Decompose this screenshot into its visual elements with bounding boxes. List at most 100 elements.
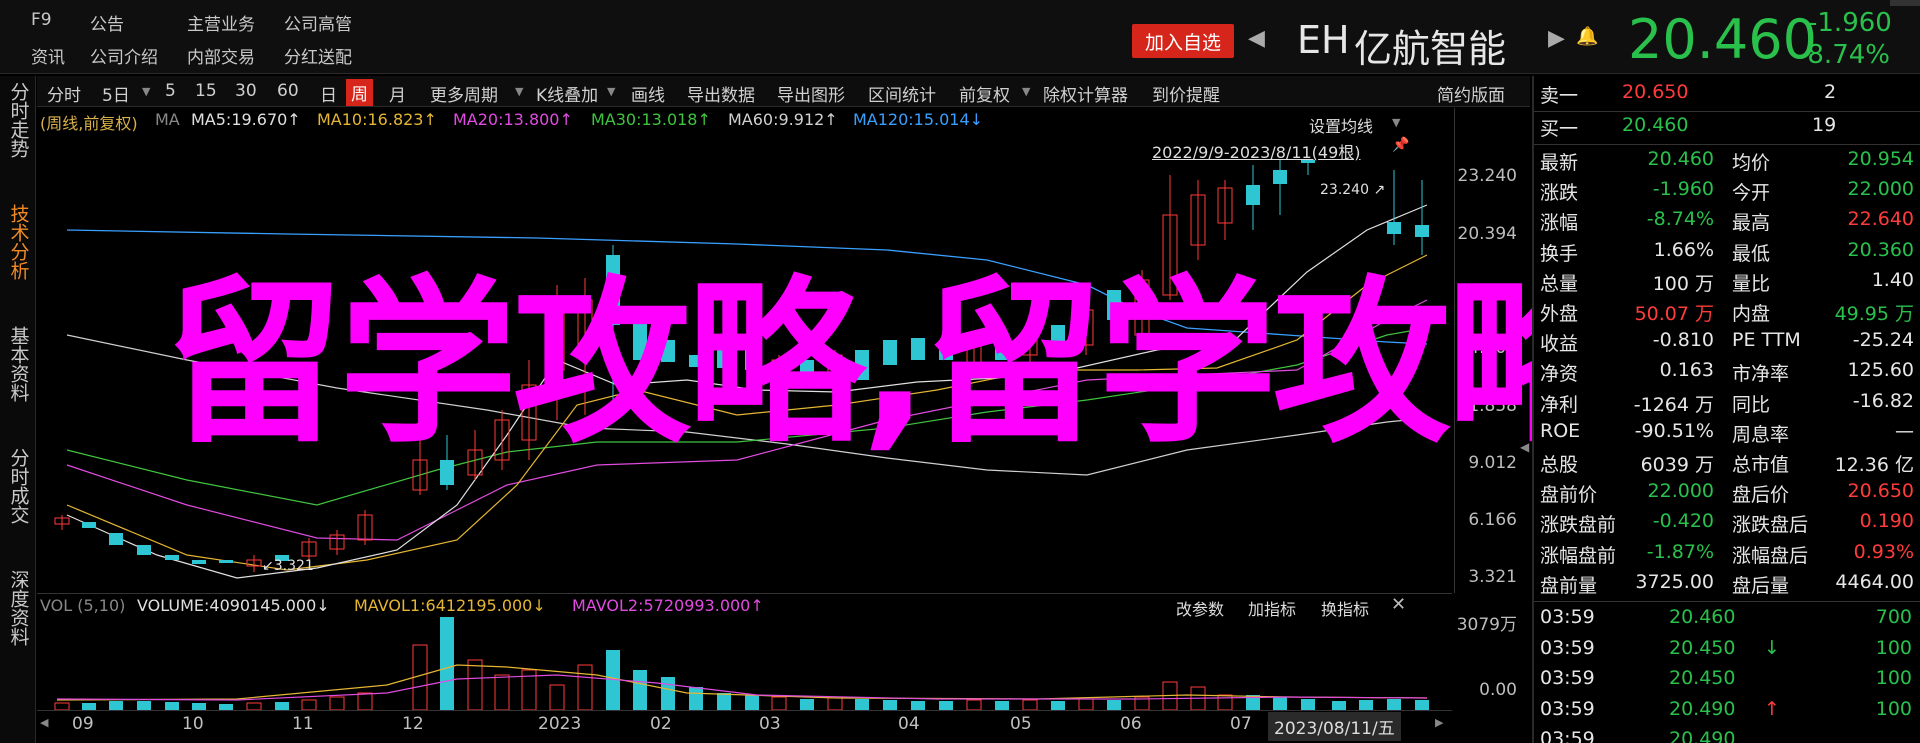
buy1-price: 20.460 bbox=[1622, 114, 1689, 136]
ma20-value: MA20:13.800↑ bbox=[453, 110, 573, 129]
stat-label: 净资 bbox=[1540, 363, 1579, 386]
price-alert-button[interactable]: 到价提醒 bbox=[1152, 81, 1220, 106]
chart-toolbar: 分时 5日 ▼ 5 15 30 60 日 周 月 更多周期 ▼ K线叠加 ▼ 画… bbox=[37, 76, 1530, 107]
tab-intraday[interactable]: 分时走势 bbox=[0, 82, 36, 167]
tab-deep-info[interactable]: 深度资料 bbox=[0, 570, 36, 655]
stat-label: 涨幅 bbox=[1540, 212, 1579, 235]
draw-line-button[interactable]: 画线 bbox=[631, 81, 665, 106]
add-favorite-button[interactable]: 加入自选 bbox=[1132, 24, 1234, 58]
volume-value: VOLUME:4090145.000↓ bbox=[137, 596, 330, 615]
stat-label: 收益 bbox=[1540, 333, 1579, 356]
stat-label: 盘前价 bbox=[1540, 484, 1598, 507]
window-scroll[interactable] bbox=[1890, 0, 1920, 6]
main-business-link[interactable]: 主营业务 bbox=[187, 10, 255, 35]
pin-icon[interactable]: 📌 bbox=[1392, 137, 1409, 153]
watermark-text: 留学攻略,留学攻略 bbox=[165, 260, 1625, 467]
buy1-volume: 19 bbox=[1812, 114, 1837, 136]
adjust-menu[interactable]: 前复权 bbox=[959, 81, 1010, 106]
announcement-link[interactable]: 公告 bbox=[90, 10, 124, 35]
period-intraday[interactable]: 分时 bbox=[47, 81, 81, 106]
tick-arrow: ↓ bbox=[1764, 636, 1780, 659]
period-60min[interactable]: 60 bbox=[277, 81, 299, 101]
more-periods-menu[interactable]: 更多周期 bbox=[430, 81, 498, 106]
stat-label: 外盘 bbox=[1540, 303, 1579, 325]
close-icon[interactable]: ✕ bbox=[1391, 594, 1406, 615]
company-intro-link[interactable]: 公司介绍 bbox=[90, 43, 158, 68]
chevron-down-icon[interactable]: ▼ bbox=[142, 85, 150, 98]
stat-value: 20.650 bbox=[1847, 480, 1914, 503]
tick-time: 03:59 bbox=[1540, 636, 1595, 659]
news-link[interactable]: 资讯 bbox=[31, 43, 65, 68]
stat-label: 盘后价 bbox=[1732, 484, 1790, 507]
chevron-down-icon[interactable]: ▼ bbox=[1022, 85, 1030, 98]
tab-basic-info[interactable]: 基本资料 bbox=[0, 326, 36, 411]
stat-label: 换手 bbox=[1540, 242, 1579, 265]
x-tick: 07 bbox=[1230, 714, 1252, 734]
sell1-volume: 2 bbox=[1824, 81, 1837, 103]
stat-value: 49.95 万 bbox=[1834, 303, 1914, 325]
stat-value: -1.87% bbox=[1646, 540, 1714, 563]
ma-label: MA bbox=[155, 110, 180, 129]
ma-settings-button[interactable]: 设置均线 bbox=[1309, 113, 1373, 137]
ex-rights-calculator-button[interactable]: 除权计算器 bbox=[1043, 81, 1128, 106]
stat-value: -90.51% bbox=[1634, 419, 1714, 442]
quote-panel: 卖一 20.650 2 买一 20.460 19 最新 20.460 均价 20.95… bbox=[1532, 76, 1920, 743]
stat-value: 4464.00 bbox=[1835, 570, 1914, 593]
stat-value: 20.460 bbox=[1647, 148, 1714, 170]
simple-layout-button[interactable]: 简约版面 bbox=[1437, 81, 1505, 106]
tick-price: 20.490 bbox=[1669, 728, 1736, 743]
next-stock-icon[interactable]: ▶ bbox=[1548, 26, 1565, 51]
x-tick: 12 bbox=[402, 714, 424, 734]
export-data-button[interactable]: 导出数据 bbox=[687, 81, 755, 106]
x-axis-line bbox=[37, 710, 1452, 711]
tab-technical[interactable]: 技术分析 bbox=[0, 204, 36, 289]
x-tick: 09 bbox=[72, 714, 94, 734]
chevron-down-icon[interactable]: ▼ bbox=[607, 85, 615, 98]
period-30min[interactable]: 30 bbox=[235, 81, 257, 101]
divider bbox=[1534, 144, 1920, 145]
range-stats-button[interactable]: 区间统计 bbox=[868, 81, 936, 106]
bell-icon[interactable]: 🔔 bbox=[1576, 26, 1598, 47]
x-tick: 02 bbox=[650, 714, 672, 734]
tick-price: 20.450 bbox=[1669, 636, 1736, 659]
low-marker: ↙3.321 bbox=[262, 558, 314, 574]
ma60-value: MA60:9.912↑ bbox=[728, 110, 838, 129]
stock-code: EH bbox=[1297, 18, 1350, 62]
chevron-down-icon[interactable]: ▼ bbox=[515, 85, 523, 98]
top-bar: F9 公告 主营业务 公司高管 资讯 公司介绍 内部交易 分红送配 加入自选 ◀… bbox=[0, 0, 1920, 74]
f9-link[interactable]: F9 bbox=[31, 10, 52, 30]
volume-chart[interactable] bbox=[37, 615, 1452, 710]
insider-trading-link[interactable]: 内部交易 bbox=[187, 43, 255, 68]
period-week[interactable]: 周 bbox=[346, 79, 373, 106]
stat-label: 涨幅盘后 bbox=[1732, 544, 1809, 567]
stock-name: 亿航智能 bbox=[1354, 27, 1507, 71]
period-month[interactable]: 月 bbox=[389, 81, 406, 106]
stat-value: 1.66% bbox=[1653, 238, 1714, 261]
chevron-down-icon[interactable]: ▼ bbox=[1392, 116, 1400, 129]
export-image-button[interactable]: 导出图形 bbox=[777, 81, 845, 106]
scroll-left-icon[interactable]: ◀ bbox=[40, 716, 48, 729]
stat-label: 涨跌盘前 bbox=[1540, 514, 1617, 537]
dividend-link[interactable]: 分红送配 bbox=[284, 43, 352, 68]
period-5day[interactable]: 5日 bbox=[102, 81, 130, 106]
stat-value: 125.60 bbox=[1847, 359, 1914, 382]
tick-price: 20.460 bbox=[1669, 606, 1736, 628]
stat-label: PE TTM bbox=[1732, 329, 1801, 352]
period-5min[interactable]: 5 bbox=[165, 81, 176, 101]
stat-value: 50.07 万 bbox=[1634, 303, 1714, 325]
stat-label: 涨幅盘前 bbox=[1540, 544, 1617, 567]
executives-link[interactable]: 公司高管 bbox=[284, 10, 352, 35]
percent-change: -8.74% bbox=[1798, 40, 1890, 70]
period-15min[interactable]: 15 bbox=[195, 81, 217, 101]
stat-value: 20.360 bbox=[1847, 238, 1914, 261]
stat-label: 量比 bbox=[1732, 272, 1771, 295]
scroll-right-icon[interactable]: ▶ bbox=[1435, 716, 1443, 729]
kline-overlay-menu[interactable]: K线叠加 bbox=[536, 81, 598, 106]
x-tick: 10 bbox=[182, 714, 204, 734]
tick-time: 03:59 bbox=[1540, 728, 1595, 743]
tab-trades[interactable]: 分时成交 bbox=[0, 448, 36, 533]
prev-stock-icon[interactable]: ◀ bbox=[1248, 26, 1265, 51]
stat-value: 12.36 亿 bbox=[1834, 454, 1914, 476]
sell1-label: 卖一 bbox=[1540, 85, 1579, 107]
period-day[interactable]: 日 bbox=[320, 81, 337, 106]
